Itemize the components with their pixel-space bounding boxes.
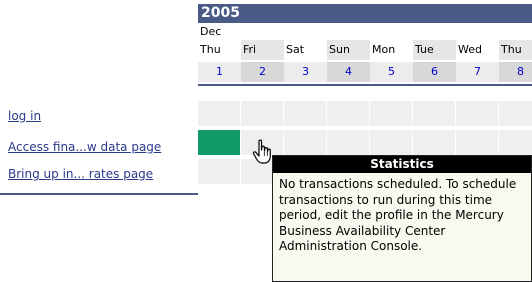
date-cell[interactable]: 7 [456, 62, 499, 82]
date-cell[interactable]: 1 [198, 62, 241, 82]
dow-label: Sun [327, 40, 370, 60]
row-link-access-data-page[interactable]: Access fina...w data page [8, 140, 161, 154]
schedule-cell[interactable] [499, 130, 532, 155]
statistics-tooltip: Statistics No transactions scheduled. To… [272, 155, 532, 282]
dow-label: Thu [499, 40, 532, 60]
tooltip-text: No transactions scheduled. To schedule t… [279, 177, 517, 253]
date-row: 1 2 3 4 5 6 7 8 [198, 62, 532, 82]
dow-label: Mon [372, 43, 396, 56]
row-link-rates-page[interactable]: Bring up in... rates page [8, 167, 153, 181]
schedule-cell[interactable] [456, 101, 498, 126]
schedule-cell[interactable] [456, 130, 498, 155]
row-link-log-in[interactable]: log in [8, 109, 41, 123]
schedule-cell[interactable] [499, 101, 532, 126]
schedule-cell[interactable] [198, 159, 240, 184]
schedule-cell[interactable] [284, 130, 326, 155]
year-header: 2005 [198, 4, 532, 23]
schedule-cell[interactable] [413, 101, 455, 126]
month-label: Dec [200, 25, 222, 38]
dow-label: Wed [458, 43, 482, 56]
schedule-cell[interactable] [413, 130, 455, 155]
schedule-cell[interactable] [370, 130, 412, 155]
date-cell[interactable]: 6 [413, 62, 456, 82]
dow-label: Thu [200, 43, 221, 56]
dow-label: Tue [413, 40, 456, 60]
date-cell[interactable]: 2 [241, 62, 284, 82]
schedule-cell[interactable] [370, 101, 412, 126]
dow-label: Sat [286, 43, 305, 56]
row-divider [0, 193, 198, 195]
schedule-cell[interactable] [327, 130, 369, 155]
day-of-week-row: Thu Fri Sat Sun Mon Tue Wed Thu [198, 40, 532, 60]
schedule-cell[interactable] [327, 101, 369, 126]
hand-pointer-icon [252, 139, 274, 165]
dow-label: Fri [241, 40, 284, 60]
date-cell[interactable]: 5 [370, 62, 413, 82]
date-cell[interactable]: 3 [284, 62, 327, 82]
schedule-cell-active[interactable] [198, 130, 240, 155]
header-divider [198, 84, 532, 86]
date-cell[interactable]: 4 [327, 62, 370, 82]
tooltip-title: Statistics [273, 156, 531, 173]
schedule-cell[interactable] [241, 101, 283, 126]
schedule-cell[interactable] [198, 101, 240, 126]
schedule-cell[interactable] [284, 101, 326, 126]
date-cell[interactable]: 8 [499, 62, 532, 82]
